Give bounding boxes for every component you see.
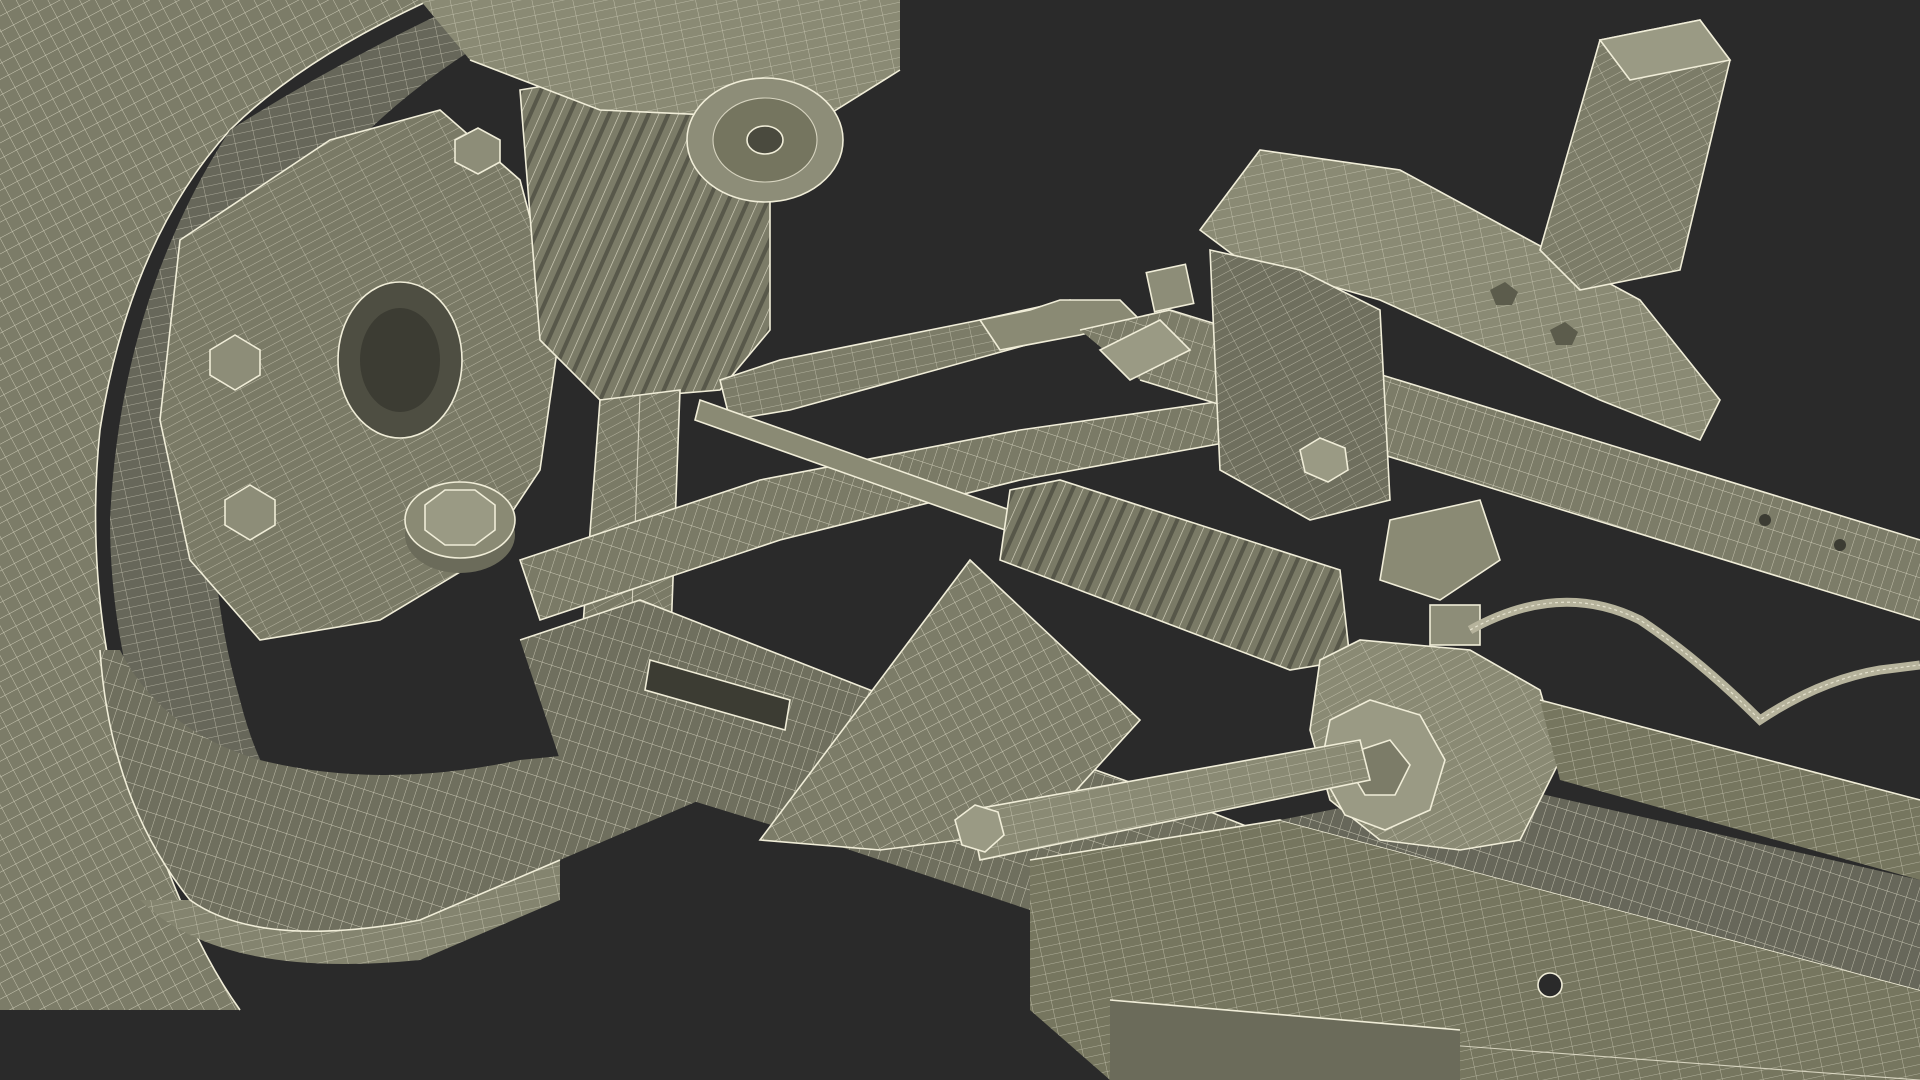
upper-mount-eye	[686, 77, 844, 203]
suspension-wireframe-scene	[0, 0, 1920, 1080]
ball-joint	[404, 481, 516, 573]
wireframe-render-viewport	[0, 0, 1920, 1080]
